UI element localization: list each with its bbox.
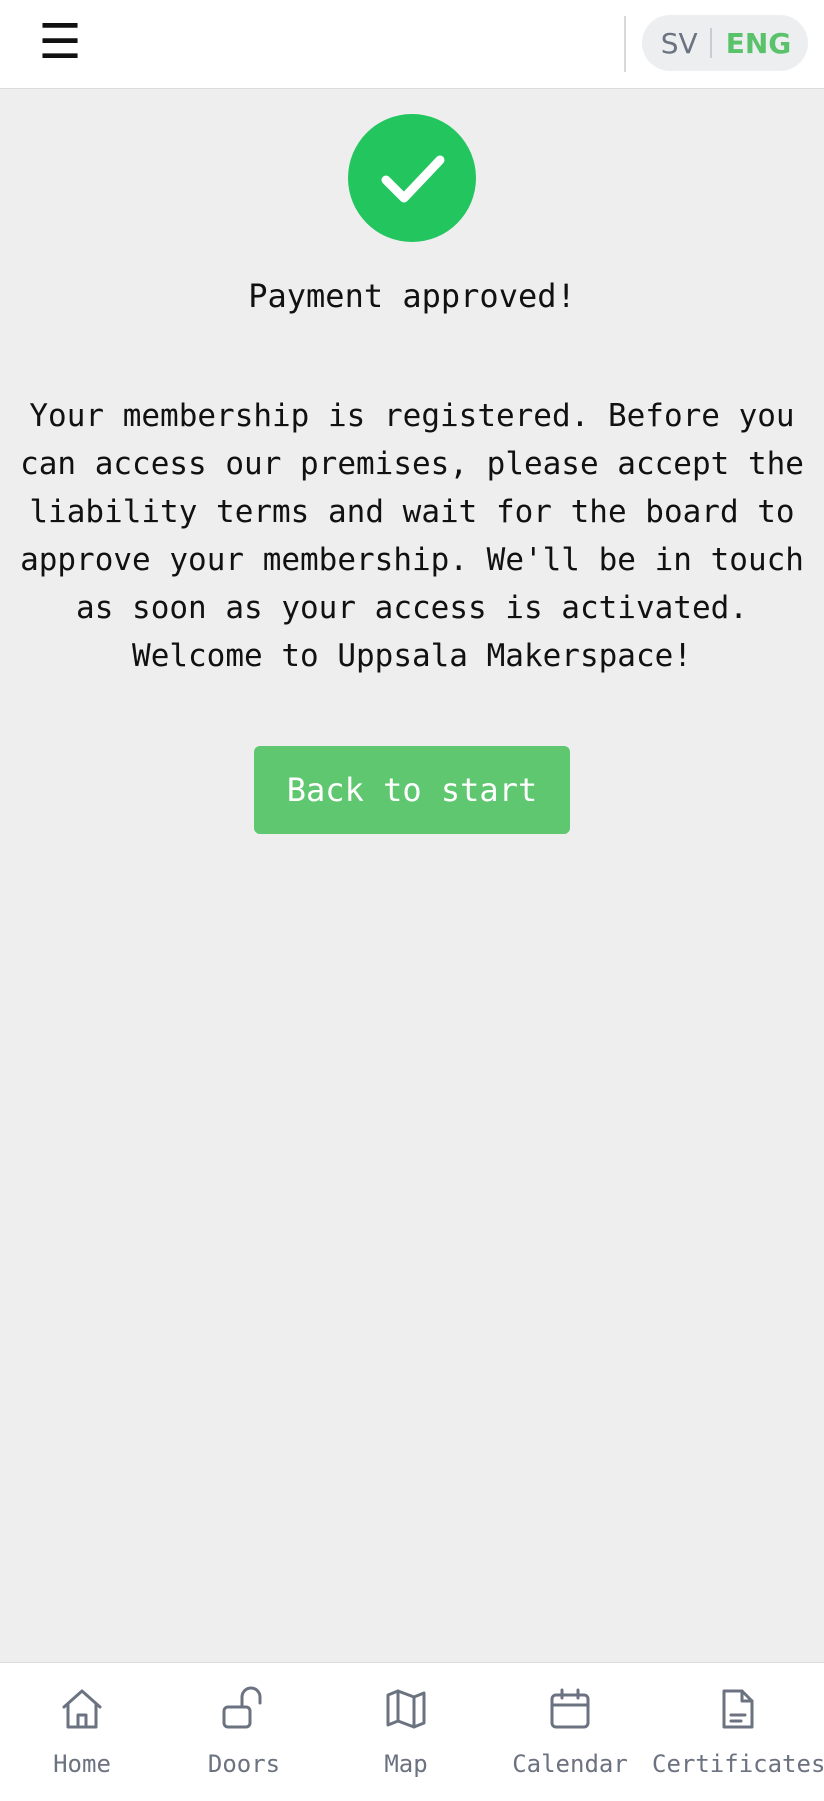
calendar-icon bbox=[546, 1685, 594, 1733]
map-icon bbox=[382, 1685, 430, 1733]
header-divider bbox=[624, 16, 626, 72]
back-to-start-button[interactable]: Back to start bbox=[254, 746, 570, 834]
top-app-bar: ☰ SV ENG bbox=[0, 0, 824, 89]
page-title: Payment approved! bbox=[248, 277, 576, 315]
nav-item-doors[interactable]: Doors bbox=[190, 1663, 298, 1801]
nav-item-certificates[interactable]: Certificates bbox=[652, 1663, 824, 1801]
language-option-sv[interactable]: SV bbox=[653, 27, 710, 60]
unlocked-padlock-icon bbox=[220, 1685, 268, 1733]
nav-label-home: Home bbox=[53, 1750, 111, 1778]
bottom-navigation: Home Doors Map Calendar Certificates bbox=[0, 1662, 824, 1801]
nav-item-map[interactable]: Map bbox=[352, 1663, 460, 1801]
home-icon bbox=[58, 1685, 106, 1733]
nav-label-certificates: Certificates bbox=[652, 1750, 824, 1778]
language-switcher: SV ENG bbox=[642, 15, 808, 71]
nav-label-doors: Doors bbox=[207, 1750, 281, 1778]
check-circle-icon bbox=[348, 114, 476, 242]
nav-item-calendar[interactable]: Calendar bbox=[506, 1663, 634, 1801]
nav-item-home[interactable]: Home bbox=[28, 1663, 136, 1801]
confirmation-message: Your membership is registered. Before yo… bbox=[20, 398, 804, 674]
document-icon bbox=[714, 1685, 762, 1733]
language-option-eng[interactable]: ENG bbox=[712, 27, 798, 60]
nav-label-map: Map bbox=[384, 1750, 428, 1778]
hamburger-menu-icon[interactable]: ☰ bbox=[36, 16, 84, 68]
nav-label-calendar: Calendar bbox=[512, 1750, 628, 1778]
